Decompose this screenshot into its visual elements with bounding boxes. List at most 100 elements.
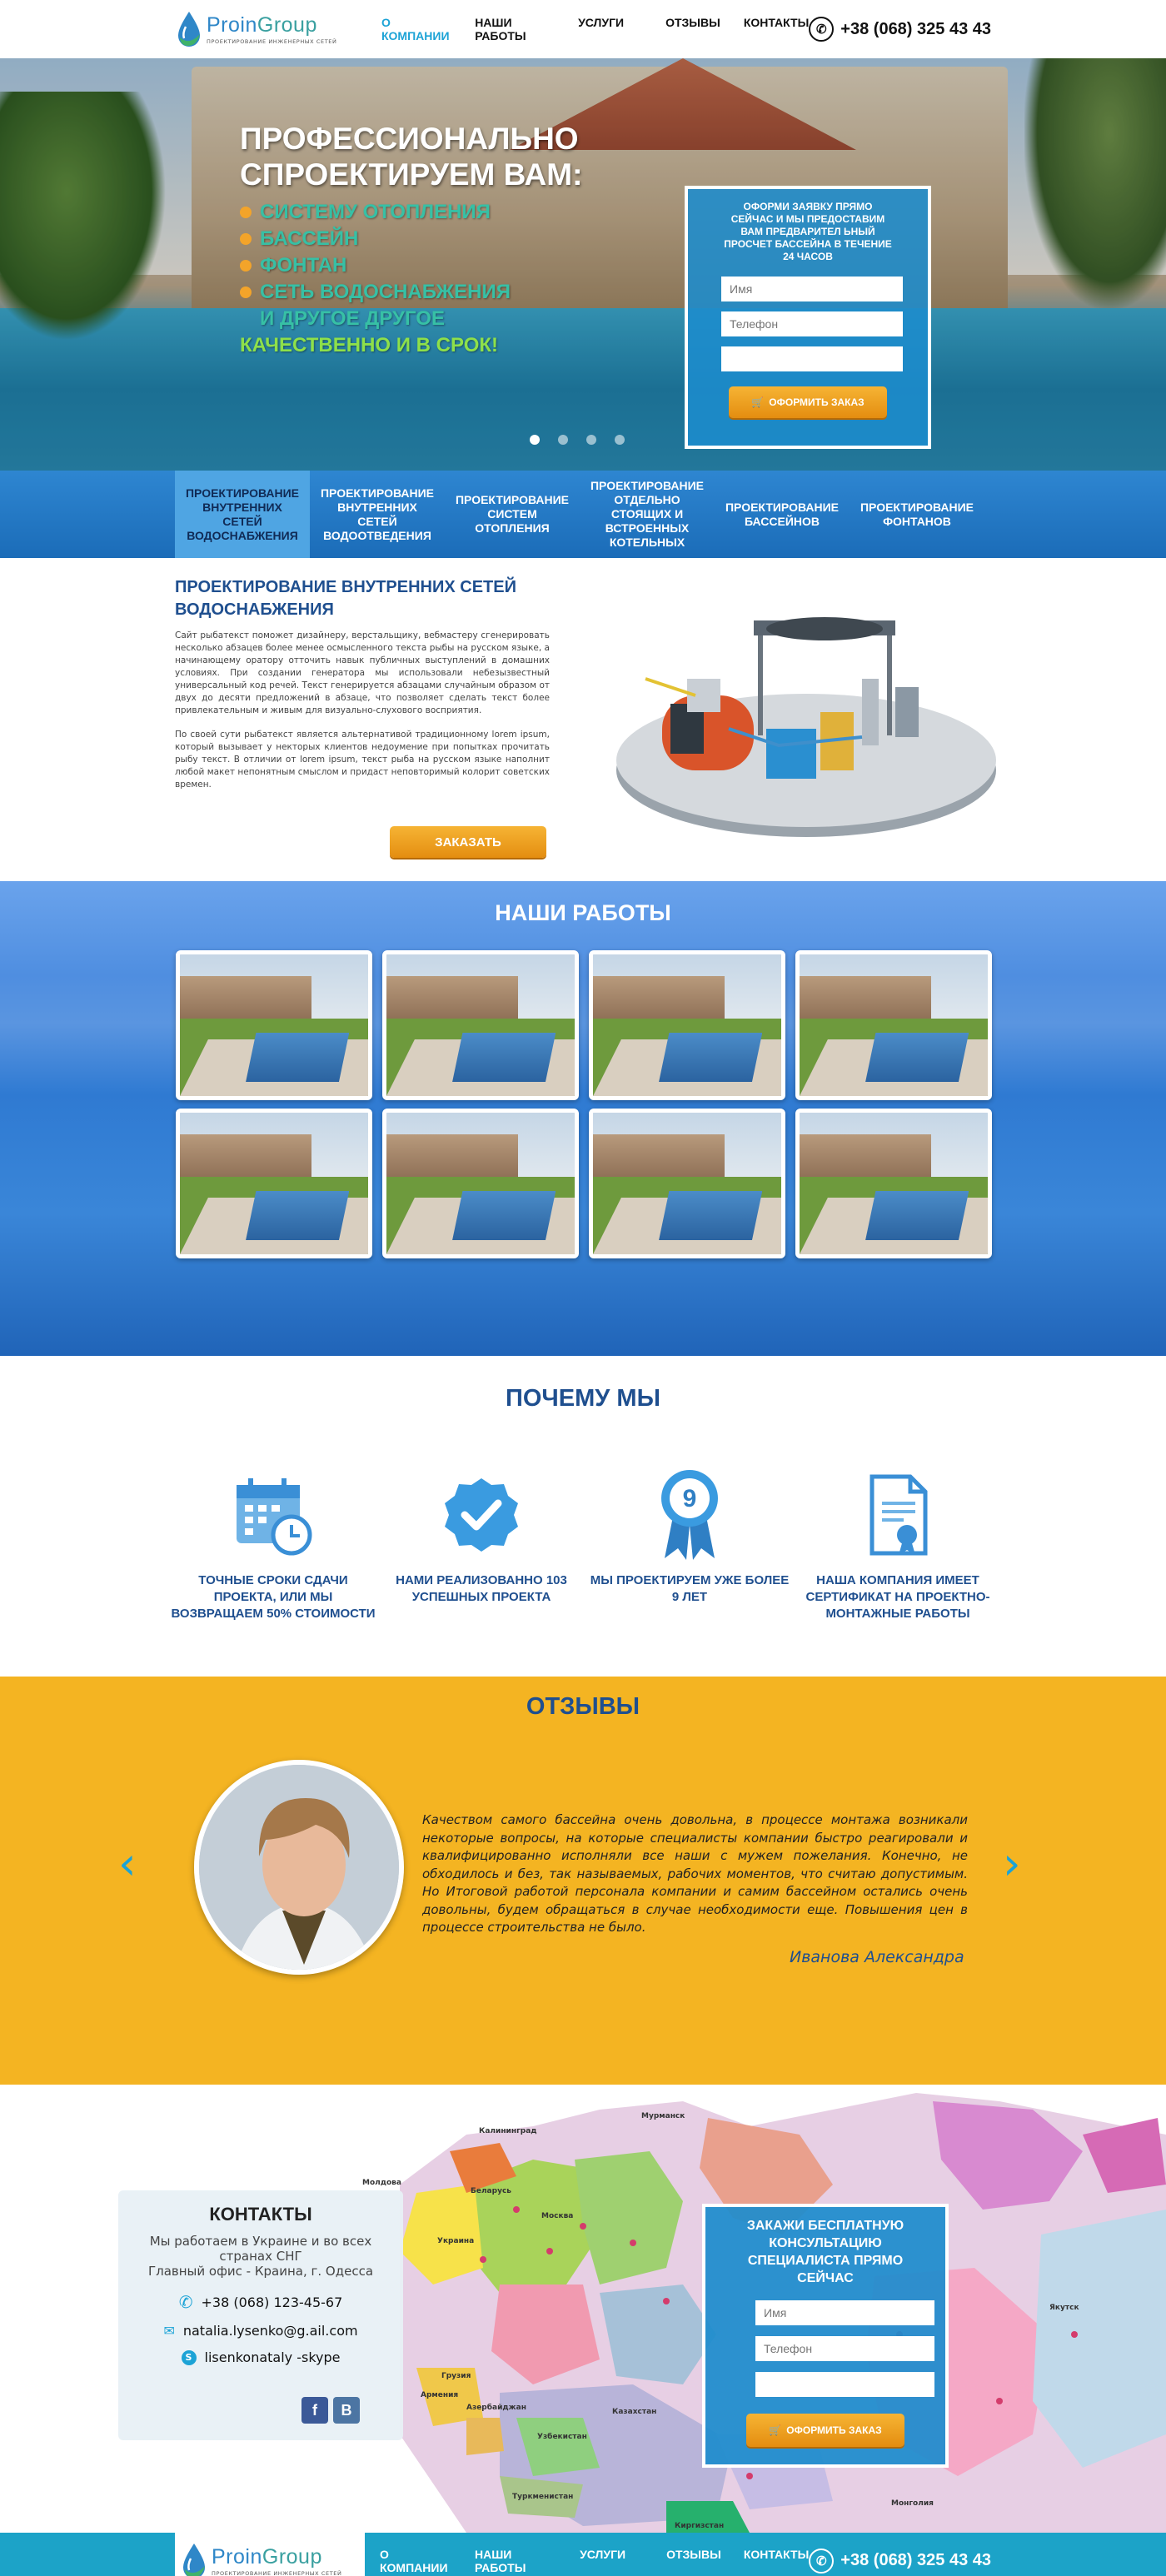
svg-text:Мурманск: Мурманск [641,2112,685,2120]
hero-services-list: Систему отопления Бассейн Фонтан Сеть во… [240,199,582,359]
order-button[interactable]: 🛒 Оформить заказ [729,386,887,418]
footer-nav-contacts[interactable]: Контакты [744,2548,809,2574]
hero-order-form: Оформи заявку прямо сейчас и мы предоста… [685,186,931,449]
skype-icon: S [181,2349,197,2365]
svg-text:Якутск: Якутск [1049,2304,1079,2312]
works-title: Наши работы [495,900,671,925]
svg-text:Армения: Армения [421,2391,458,2399]
facebook-icon[interactable]: f [301,2397,328,2424]
reviews-title: Отзывы [526,1693,640,1720]
tab-water-supply[interactable]: Проектирование внутренних сетей водоснаб… [175,471,310,558]
chevron-left-icon[interactable]: ‹ [118,1841,152,1886]
nav-services[interactable]: Услуги [578,16,624,42]
why-item: Наша компания имеет сертификат на проект… [794,1467,1002,1622]
contacts-card: Контакты Мы работаем в Украине и во всех… [118,2190,403,2440]
hero-list-item: Сеть водоснабжения [240,279,582,306]
bullet-icon [240,233,252,245]
services-tabs: Проектирование внутренних сетей водоснаб… [0,471,1166,558]
site-header: ProinGroup проектирование инженерных сет… [0,0,1166,58]
hero-title: Профессионально спроектируем вам: [240,122,583,192]
cart-icon: 🛒 [769,2424,782,2436]
work-thumbnail[interactable] [589,1109,785,1258]
nav-about[interactable]: О компании [381,16,451,42]
svg-text:Азербайджан: Азербайджан [466,2403,526,2412]
review-author: Иванова Александра [790,1948,964,1966]
social-links: f В [301,2397,360,2424]
work-thumbnail[interactable] [176,1109,372,1258]
svg-text:Украина: Украина [437,2237,474,2245]
consultation-order-button[interactable]: 🛒 Оформить заказ [746,2414,904,2447]
svg-text:Молдова: Молдова [362,2179,401,2187]
work-thumbnail[interactable] [589,950,785,1100]
service-text: Сайт рыбатекст поможет дизайнеру, верста… [175,630,550,790]
contacts-description: Мы работаем в Украине и во всех странах … [147,2234,374,2279]
contact-email[interactable]: ✉ natalia.lysenko@g.ail.com [118,2323,403,2339]
slider-dot[interactable] [615,435,625,445]
award-ribbon-icon: 9 [585,1467,794,1562]
hero-list-item: Фонтан [240,252,582,279]
vk-icon[interactable]: В [333,2397,360,2424]
svg-text:Калининград: Калининград [479,2127,537,2135]
svg-text:Беларусь: Беларусь [471,2187,511,2195]
phone-input[interactable] [721,311,903,336]
hero-accent: Качественно и в срок! [240,334,499,356]
name-input[interactable] [755,2300,934,2325]
contact-phone[interactable]: ✆ +38 (068) 123-45-67 [118,2292,403,2312]
why-item: Нами реализованно 103 успешных проекта [377,1467,585,1622]
tab-boilers[interactable]: Проектирование отдельно стоящих и встрое… [580,471,715,558]
site-footer: ProinGroup проектирование инженерных сет… [0,2533,1166,2576]
works-gallery [176,950,992,1258]
slider-dot[interactable] [558,435,568,445]
footer-nav: О компании Наши работы Услуги Отзывы Кон… [380,2548,809,2574]
tab-drainage[interactable]: Проектирование внутренних сетей водоотве… [310,471,445,558]
why-us-section: Почему мы Точные сроки сдачи проекта, ил… [0,1356,1166,1677]
svg-text:Москва: Москва [541,2212,573,2220]
phone-input[interactable] [755,2336,934,2361]
extra-input[interactable] [721,346,903,371]
logo-tagline: проектирование инженерных сетей [207,38,337,45]
work-thumbnail[interactable] [382,1109,579,1258]
contact-skype[interactable]: Slisenkonataly -skype [118,2349,403,2365]
why-item: Точные сроки сдачи проекта, или мы возвр… [169,1467,377,1622]
contacts-title: Контакты [209,2204,312,2225]
footer-nav-about[interactable]: О компании [380,2548,452,2574]
tab-heating[interactable]: Проектирование систем отопления [445,471,580,558]
logo[interactable]: ProinGroup проектирование инженерных сет… [175,10,375,48]
hero-list-extra: и другое другое [260,307,445,330]
name-input[interactable] [721,277,903,301]
slider-dot[interactable] [530,435,540,445]
slider-dot[interactable] [586,435,596,445]
svg-text:Туркменистан: Туркменистан [512,2493,573,2501]
phone-icon: ✆ [809,2548,835,2574]
calendar-clock-icon [169,1467,377,1562]
works-section: Наши работы [0,881,1166,1356]
tab-pools[interactable]: Проектирование бассейнов [715,471,850,558]
nav-contacts[interactable]: Контакты [744,16,809,42]
bullet-icon [240,260,252,272]
header-phone[interactable]: ✆ +38 (068) 325 43 43 [809,17,991,42]
service-title: Проектирование внутренних сетей водоснаб… [175,578,516,619]
logo-name: ProinGroup [207,13,317,37]
svg-text:Грузия: Грузия [441,2372,471,2380]
nav-works[interactable]: Наши работы [475,16,555,42]
work-thumbnail[interactable] [382,950,579,1100]
work-thumbnail[interactable] [795,1109,992,1258]
header-phone-number: +38 (068) 325 43 43 [840,19,991,38]
extra-input[interactable] [755,2372,934,2397]
chevron-right-icon[interactable]: › [1003,1841,1036,1886]
footer-phone[interactable]: ✆ +38 (068) 325 43 43 [809,2548,991,2574]
mail-icon: ✉ [163,2323,175,2339]
order-service-button[interactable]: Заказать [390,826,546,858]
nav-reviews[interactable]: Отзывы [665,16,720,42]
checkmark-badge-icon [377,1467,585,1562]
work-thumbnail[interactable] [795,950,992,1100]
tab-fountains[interactable]: Проектирование фонтанов [850,471,984,558]
reviewer-avatar [194,1760,404,1975]
certificate-icon [794,1467,1002,1562]
footer-logo[interactable]: ProinGroup проектирование инженерных сет… [175,2533,365,2576]
footer-nav-reviews[interactable]: Отзывы [666,2548,721,2574]
work-thumbnail[interactable] [176,950,372,1100]
footer-nav-services[interactable]: Услуги [580,2548,625,2574]
footer-nav-works[interactable]: Наши работы [475,2548,557,2574]
cart-icon: 🛒 [751,396,765,408]
